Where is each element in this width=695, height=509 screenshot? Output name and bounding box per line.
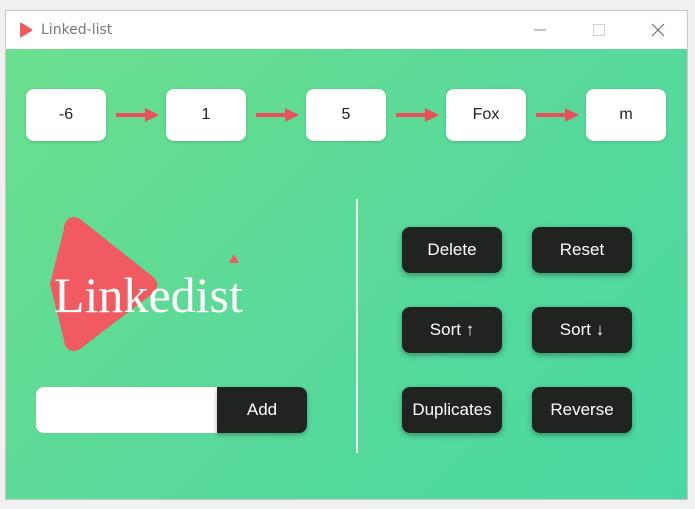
minimize-button[interactable] <box>517 11 563 49</box>
minimize-icon <box>534 29 546 31</box>
logo-text-part1: Link <box>54 267 148 323</box>
reset-button[interactable]: Reset <box>532 227 632 273</box>
window-title: Linked-list <box>41 22 113 38</box>
arrow-right-icon <box>396 108 439 122</box>
app-window: Linked-list -6 1 5 Fox m Linkedist Add D… <box>5 10 688 500</box>
add-value-input[interactable] <box>36 387 218 433</box>
list-node: -6 <box>26 89 106 141</box>
arrow-right-icon <box>536 108 579 122</box>
sort-ascending-button[interactable]: Sort ↑ <box>402 307 502 353</box>
close-icon <box>651 23 665 37</box>
delete-button[interactable]: Delete <box>402 227 502 273</box>
duplicates-button[interactable]: Duplicates <box>402 387 502 433</box>
sort-descending-button[interactable]: Sort ↓ <box>532 307 632 353</box>
linkedist-logo: Linkedist <box>50 217 243 351</box>
vertical-divider <box>356 199 358 453</box>
add-button[interactable]: Add <box>217 387 307 433</box>
reverse-button[interactable]: Reverse <box>532 387 632 433</box>
list-node: 1 <box>166 89 246 141</box>
main-content: -6 1 5 Fox m Linkedist Add Delete Reset … <box>6 49 687 499</box>
list-node: m <box>586 89 666 141</box>
close-button[interactable] <box>635 11 681 49</box>
svg-text:Linkedist: Linkedist <box>54 267 243 323</box>
logo-accent-triangle <box>229 254 239 263</box>
list-node: 5 <box>306 89 386 141</box>
logo-text-part2: edist <box>148 267 243 323</box>
maximize-icon <box>593 24 605 36</box>
arrow-right-icon <box>116 108 159 122</box>
maximize-button[interactable] <box>576 11 622 49</box>
play-triangle-icon <box>20 22 33 38</box>
list-node: Fox <box>446 89 526 141</box>
title-bar[interactable]: Linked-list <box>6 11 687 49</box>
arrow-right-icon <box>256 108 299 122</box>
